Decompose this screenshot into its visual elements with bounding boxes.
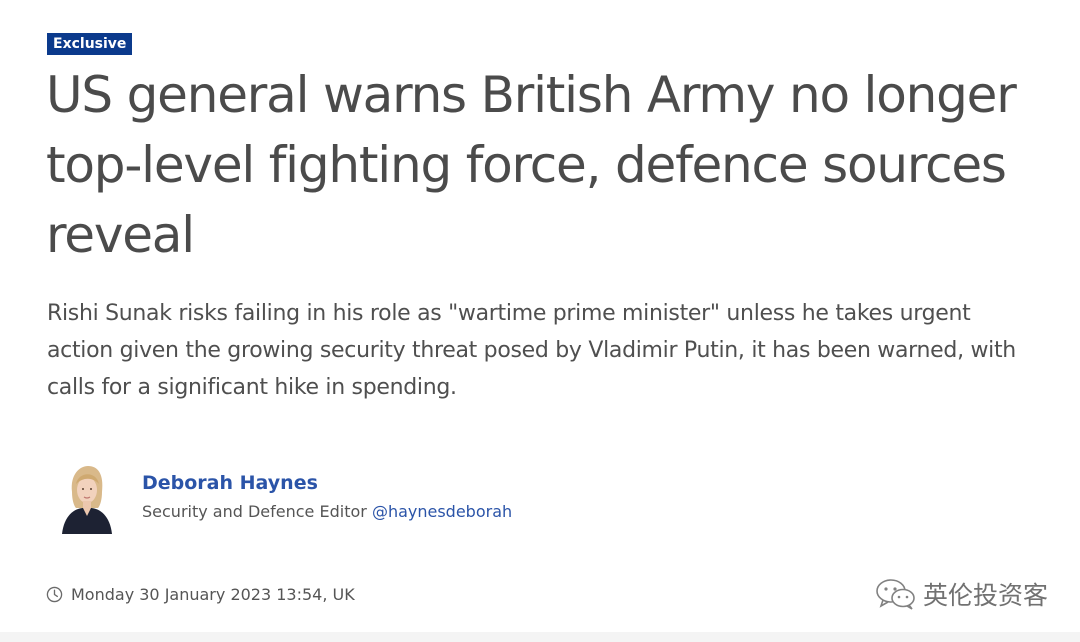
author-avatar[interactable] (58, 462, 114, 534)
author-role-line: Security and Defence Editor @haynesdebor… (142, 502, 512, 521)
article-headline: US general warns British Army no longer … (46, 66, 1017, 264)
article-page: Exclusive US general warns British Army … (0, 0, 1080, 642)
publish-timestamp: Monday 30 January 2023 13:54, UK (46, 583, 355, 605)
author-twitter-handle[interactable]: @haynesdeborah (372, 502, 512, 521)
watermark-text: 英伦投资客 (922, 581, 1048, 610)
exclusive-badge: Exclusive (47, 33, 133, 55)
bottom-divider (0, 632, 1080, 642)
article-summary: Rishi Sunak risks failing in his role as… (47, 301, 1016, 400)
author-role: Security and Defence Editor (142, 502, 367, 521)
watermark: 英伦投资客 (875, 574, 1048, 614)
author-photo-icon (58, 462, 114, 534)
clock-icon (46, 586, 63, 602)
wechat-icon (876, 579, 915, 610)
author-byline: Deborah Haynes Security and Defence Edit… (58, 462, 658, 537)
timestamp-text: Monday 30 January 2023 13:54, UK (71, 584, 355, 604)
author-name-link[interactable]: Deborah Haynes (142, 472, 318, 494)
